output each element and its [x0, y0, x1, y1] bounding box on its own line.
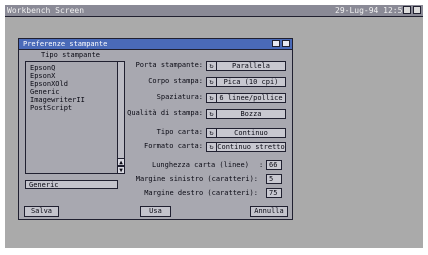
printer-port-cycle[interactable]: ↻ Parallela — [206, 61, 286, 71]
print-pitch-label: Corpo stampa: — [148, 77, 203, 85]
print-pitch-value: Pica (10 cpi) — [223, 78, 279, 86]
cycle-gadget-icon: ↻ — [207, 129, 217, 137]
print-quality-label: Qualità di stampa: — [127, 109, 203, 117]
selected-printer-field[interactable]: Generic — [25, 180, 118, 189]
list-item[interactable]: Generic — [30, 88, 60, 96]
cycle-gadget-icon: ↻ — [207, 78, 217, 86]
cycle-gadget-icon: ↻ — [207, 110, 217, 118]
left-margin-label: Margine sinistro (caratteri): — [135, 175, 258, 183]
workbench-screen: Workbench Screen 29-Lug-94 12:51 Prefere… — [5, 5, 423, 248]
scroll-up-arrow-icon[interactable]: ▲ — [117, 158, 125, 166]
screen-depth-front-icon[interactable] — [413, 6, 421, 14]
paper-length-label: Lunghezza carta (linee) — [152, 161, 249, 169]
cycle-gadget-icon: ↻ — [207, 143, 217, 151]
list-item[interactable]: EpsonX — [30, 72, 55, 80]
list-item[interactable]: ImagewriterII — [30, 96, 85, 104]
list-item[interactable]: EpsonXOld — [30, 80, 68, 88]
zoom-gadget-icon[interactable] — [272, 40, 280, 47]
screen-title: Workbench Screen — [7, 6, 85, 15]
paper-type-value: Continuo — [234, 129, 268, 137]
paper-type-label: Tipo carta: — [156, 128, 203, 136]
paper-format-cycle[interactable]: ↻ Continuo stretto — [206, 142, 286, 152]
paper-length-colon: : — [259, 161, 264, 169]
right-margin-field[interactable]: 75 — [266, 188, 282, 198]
screen-depth-back-icon[interactable] — [403, 6, 411, 14]
paper-format-value: Continuo stretto — [217, 143, 285, 151]
printer-port-value: Parallela — [232, 62, 270, 70]
printer-port-label: Porta stampante: — [135, 61, 203, 69]
screen-title-bar[interactable]: Workbench Screen 29-Lug-94 12:51 — [5, 5, 423, 17]
cancel-button[interactable]: Annulla — [250, 206, 288, 217]
paper-type-cycle[interactable]: ↻ Continuo — [206, 128, 286, 138]
cycle-gadget-icon: ↻ — [207, 62, 217, 70]
list-item[interactable]: EpsonQ — [30, 64, 55, 72]
scroll-down-arrow-icon[interactable]: ▼ — [117, 166, 125, 174]
right-margin-label: Margine destro (caratteri): — [144, 189, 258, 197]
line-spacing-cycle[interactable]: ↻ 6 linee/pollice — [206, 93, 286, 103]
save-button[interactable]: Salva — [24, 206, 59, 217]
window-title-bar[interactable]: Preferenze stampante — [19, 39, 292, 50]
printer-type-list[interactable]: EpsonQ EpsonX EpsonXOld Generic Imagewri… — [25, 61, 118, 174]
cycle-gadget-icon: ↻ — [207, 94, 217, 102]
line-spacing-label: Spaziatura: — [156, 93, 203, 101]
list-item[interactable]: PostScript — [30, 104, 72, 112]
window-title: Preferenze stampante — [23, 40, 108, 48]
paper-length-field[interactable]: 66 — [266, 160, 282, 170]
use-button[interactable]: Usa — [140, 206, 171, 217]
paper-format-label: Formato carta: — [143, 142, 203, 150]
print-pitch-cycle[interactable]: ↻ Pica (10 cpi) — [206, 77, 286, 87]
depth-gadget-icon[interactable] — [282, 40, 290, 47]
left-margin-field[interactable]: 5 — [266, 174, 282, 184]
screen-clock: 29-Lug-94 12:51 — [335, 6, 408, 15]
printer-list-header: Tipo stampante — [41, 51, 101, 59]
print-quality-value: Bozza — [240, 110, 262, 118]
printer-preferences-window: Preferenze stampante Tipo stampante Epso… — [18, 38, 293, 220]
print-quality-cycle[interactable]: ↻ Bozza — [206, 109, 286, 119]
line-spacing-value: 6 linee/pollice — [219, 94, 283, 102]
